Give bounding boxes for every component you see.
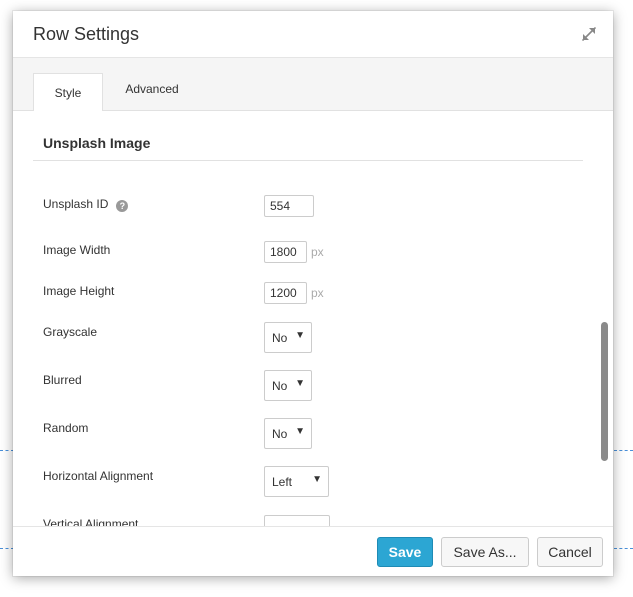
grayscale-select-value: No [272,331,288,345]
image-height-label: Image Height [43,284,115,298]
dialog-title: Row Settings [33,24,140,44]
section-title: Unsplash Image [43,135,151,151]
question-circle-icon[interactable]: ? [116,200,129,212]
horizontal-alignment-label: Horizontal Alignment [43,469,154,483]
row-guide-dash [0,450,14,451]
row-settings-dialog: Row Settings Style Advanced Unsplash Ima… [13,11,613,576]
random-select[interactable]: No ▼ [264,418,312,449]
row-guide-dash [614,450,633,451]
grayscale-label: Grayscale [43,325,98,339]
tabs-bar: Style Advanced [13,58,613,112]
grayscale-select[interactable]: No ▼ [264,322,312,353]
dialog-footer: Save Save As... Cancel [13,526,613,576]
row-guide-dash [0,548,14,549]
chevron-down-icon: ▼ [312,474,322,485]
settings-content: Unsplash Image Unsplash ID? Image Width … [13,111,613,526]
unsplash-id-label: Unsplash ID? [43,197,129,212]
vertical-alignment-select[interactable] [264,515,330,526]
image-width-label: Image Width [43,243,111,257]
content-scrollbar[interactable] [601,322,608,461]
blurred-select-value: No [272,379,288,393]
image-width-input[interactable] [264,241,307,263]
unsplash-id-input[interactable] [264,195,314,217]
blurred-select[interactable]: No ▼ [264,370,312,401]
vertical-alignment-label: Vertical Alignment [43,517,139,526]
horizontal-alignment-select-value: Left [272,475,293,489]
chevron-down-icon: ▼ [295,378,305,389]
tab-style[interactable]: Style [33,73,103,112]
image-height-unit: px [311,286,324,300]
random-select-value: No [272,427,288,441]
random-label: Random [43,421,89,435]
row-guide-dash [614,548,633,549]
horizontal-alignment-select[interactable]: Left ▼ [264,466,329,497]
chevron-down-icon: ▼ [295,426,305,437]
unsplash-id-label-text: Unsplash ID [43,197,109,211]
image-height-input[interactable] [264,282,307,304]
expand-arrows-icon[interactable] [580,25,598,43]
save-button[interactable]: Save [377,537,433,567]
section-divider [33,160,583,161]
chevron-down-icon: ▼ [295,330,305,341]
dialog-header[interactable]: Row Settings [13,11,613,58]
cancel-button[interactable]: Cancel [537,537,603,567]
image-width-unit: px [311,245,324,259]
tab-advanced[interactable]: Advanced [113,72,191,108]
save-as-button[interactable]: Save As... [441,537,529,567]
blurred-label: Blurred [43,373,82,387]
